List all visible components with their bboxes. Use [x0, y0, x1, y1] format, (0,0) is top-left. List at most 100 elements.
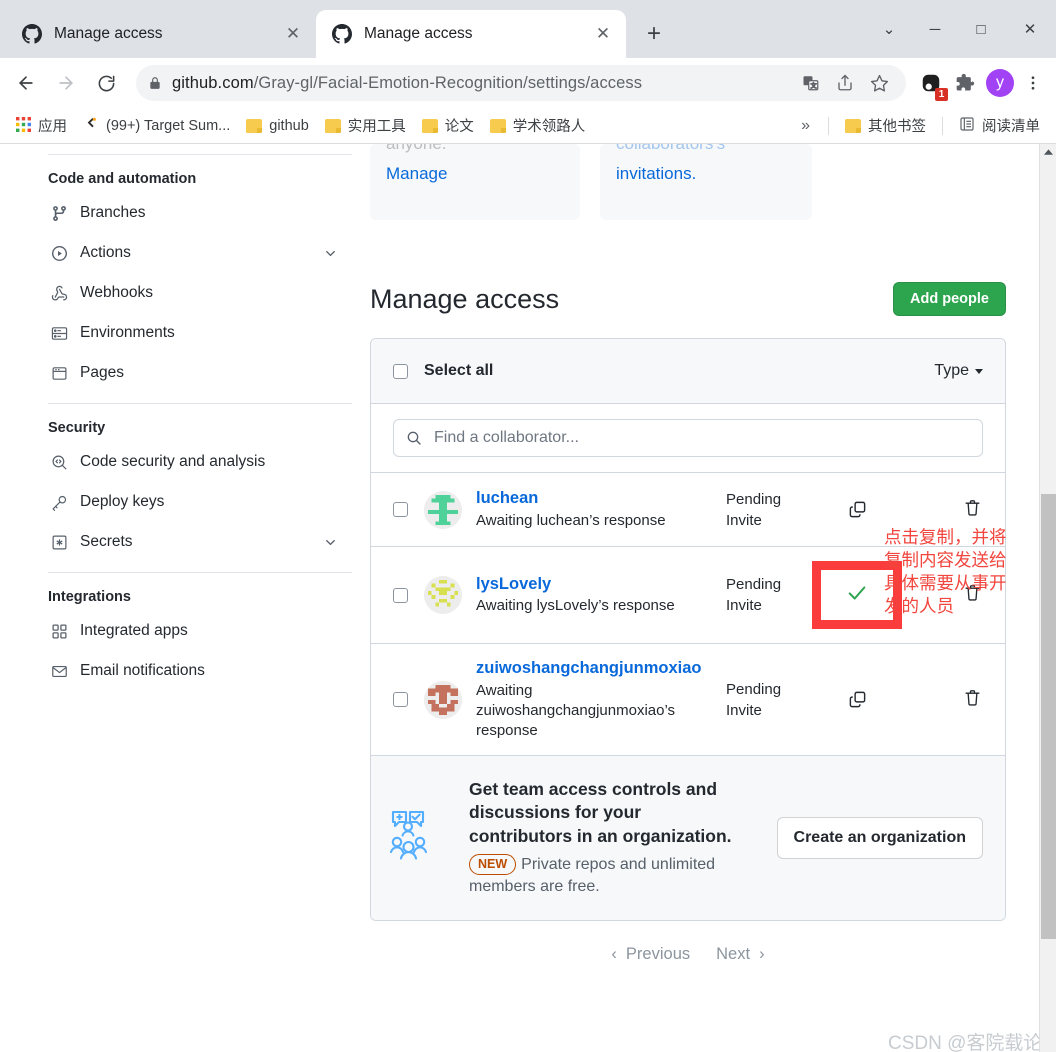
bookmark-target-sum[interactable]: (99+) Target Sum...: [75, 112, 238, 140]
omnibox-actions: G文: [796, 68, 894, 98]
translate-icon[interactable]: G文: [796, 68, 826, 98]
remove-collaborator-button[interactable]: [912, 688, 982, 712]
forward-icon[interactable]: [48, 65, 84, 101]
code-scan-icon: [48, 454, 70, 471]
status-badge: NEW: [469, 854, 516, 876]
collaborator-search-box[interactable]: [393, 419, 983, 457]
select-all-label: Select all: [424, 362, 493, 380]
bookmark-papers[interactable]: 论文: [414, 112, 482, 140]
collaborator-name-link[interactable]: zuiwoshangchangjunmoxiao: [476, 658, 720, 679]
sidebar-item-code-security-and-analysis[interactable]: Code security and analysis: [48, 442, 352, 482]
reload-icon[interactable]: [88, 65, 124, 101]
key-icon: [48, 494, 70, 511]
next-page-button[interactable]: Next ›: [716, 945, 764, 964]
window-controls: ⌄ ─ □ ✕: [866, 0, 1056, 58]
share-icon[interactable]: [830, 68, 860, 98]
settings-sidebar: Code and automation Branches Actions: [0, 144, 352, 691]
sidebar-item-integrated-apps[interactable]: Integrated apps: [48, 611, 352, 651]
search-input[interactable]: [432, 428, 970, 448]
profile-avatar[interactable]: y: [986, 69, 1014, 97]
invitations-link[interactable]: invitations.: [616, 164, 796, 184]
sidebar-item-environments[interactable]: Environments: [48, 313, 352, 353]
browser-toolbar: github.com/Gray-gl/Facial-Emotion-Recogn…: [0, 58, 1056, 108]
bookmark-label: 应用: [38, 115, 67, 136]
bookmark-apps[interactable]: 应用: [8, 112, 75, 140]
copy-icon[interactable]: [843, 500, 871, 519]
git-branch-icon: [48, 205, 70, 222]
sidebar-group-title-code-and-automation: Code and automation: [48, 155, 352, 193]
type-filter-dropdown[interactable]: Type: [934, 362, 983, 380]
close-window-button[interactable]: ✕: [1004, 9, 1056, 49]
trash-icon[interactable]: [963, 498, 982, 522]
bookmark-github[interactable]: github: [238, 112, 317, 140]
tab-search-chevron-icon[interactable]: ⌄: [866, 9, 912, 49]
annotation-line-1: 点击复制，并将: [884, 527, 1007, 550]
bookmarks-overflow-icon[interactable]: »: [791, 117, 820, 135]
sidebar-item-deploy-keys[interactable]: Deploy keys: [48, 482, 352, 522]
collaborator-name-link[interactable]: luchean: [476, 488, 720, 509]
sidebar-item-actions[interactable]: Actions: [48, 233, 352, 273]
avatar: [424, 576, 462, 614]
sidebar-item-label: Email notifications: [80, 662, 338, 680]
sidebar-item-secrets[interactable]: Secrets: [48, 522, 352, 562]
folder-icon: [845, 119, 861, 133]
new-tab-button[interactable]: +: [634, 14, 674, 54]
scroll-up-arrow-icon[interactable]: [1040, 144, 1056, 161]
kebab-menu-icon[interactable]: [1018, 66, 1048, 100]
bookmark-academic[interactable]: 学术领路人: [482, 112, 594, 140]
bookmark-reading-list[interactable]: 阅读清单: [951, 112, 1048, 140]
close-icon[interactable]: ✕: [590, 21, 616, 47]
url-text: github.com/Gray-gl/Facial-Emotion-Recogn…: [172, 74, 642, 93]
remove-collaborator-button[interactable]: [912, 498, 982, 522]
bookmark-tools[interactable]: 实用工具: [317, 112, 414, 140]
bookmark-star-icon[interactable]: [864, 68, 894, 98]
apps-squares-icon: [48, 623, 70, 640]
manage-link[interactable]: Manage: [386, 164, 564, 184]
row-checkbox[interactable]: [393, 502, 408, 517]
maximize-button[interactable]: □: [958, 9, 1004, 49]
manage-access-header: Manage access Add people: [370, 282, 1006, 316]
divider: [828, 117, 829, 135]
back-icon[interactable]: [8, 65, 44, 101]
top-info-cards: anyone. Manage collaborators's invitatio…: [370, 144, 1006, 220]
previous-page-button[interactable]: ‹ Previous: [611, 945, 690, 964]
puzzle-piece-icon[interactable]: [948, 66, 982, 100]
create-organization-button[interactable]: Create an organization: [777, 817, 983, 859]
webhook-icon: [48, 285, 70, 302]
sidebar-item-branches[interactable]: Branches: [48, 193, 352, 233]
browser-tab-1[interactable]: Manage access ✕: [6, 10, 316, 58]
bookmark-other-bookmarks[interactable]: 其他书签: [837, 112, 934, 140]
scrollbar-thumb[interactable]: [1041, 494, 1056, 939]
asterisk-box-icon: [48, 534, 70, 551]
bookmark-label: 论文: [445, 115, 474, 136]
check-icon[interactable]: [846, 582, 868, 608]
add-people-button[interactable]: Add people: [893, 282, 1006, 316]
minimize-button[interactable]: ─: [912, 9, 958, 49]
bookmarks-bar-right: » 其他书签 阅读清单: [791, 112, 1048, 140]
vertical-scrollbar[interactable]: [1039, 144, 1056, 1052]
chevron-right-icon: ›: [759, 945, 765, 964]
sidebar-item-email-notifications[interactable]: Email notifications: [48, 651, 352, 691]
bookmark-label: 实用工具: [348, 115, 406, 136]
row-checkbox[interactable]: [393, 692, 408, 707]
copy-icon[interactable]: [843, 690, 871, 709]
collaborator-name-link[interactable]: lysLovely: [476, 574, 720, 595]
collaborators-panel: Select all Type: [370, 338, 1006, 921]
sidebar-item-label: Environments: [80, 324, 338, 342]
extension-icon[interactable]: 1: [914, 66, 948, 100]
chevron-down-icon[interactable]: [323, 535, 338, 550]
sidebar-item-webhooks[interactable]: Webhooks: [48, 273, 352, 313]
browser-tab-2[interactable]: Manage access ✕: [316, 10, 626, 58]
lock-icon: [148, 76, 162, 90]
sidebar-item-pages[interactable]: Pages: [48, 353, 352, 393]
type-filter-label: Type: [934, 362, 969, 380]
close-icon[interactable]: ✕: [280, 21, 306, 47]
trash-icon[interactable]: [963, 688, 982, 712]
select-all-checkbox[interactable]: [393, 364, 408, 379]
invite-status: Pending Invite: [726, 489, 802, 531]
chevron-down-icon: [975, 369, 983, 374]
address-bar[interactable]: github.com/Gray-gl/Facial-Emotion-Recogn…: [136, 65, 906, 101]
tab-title: Manage access: [364, 25, 590, 43]
chevron-down-icon[interactable]: [323, 246, 338, 261]
row-checkbox[interactable]: [393, 588, 408, 603]
